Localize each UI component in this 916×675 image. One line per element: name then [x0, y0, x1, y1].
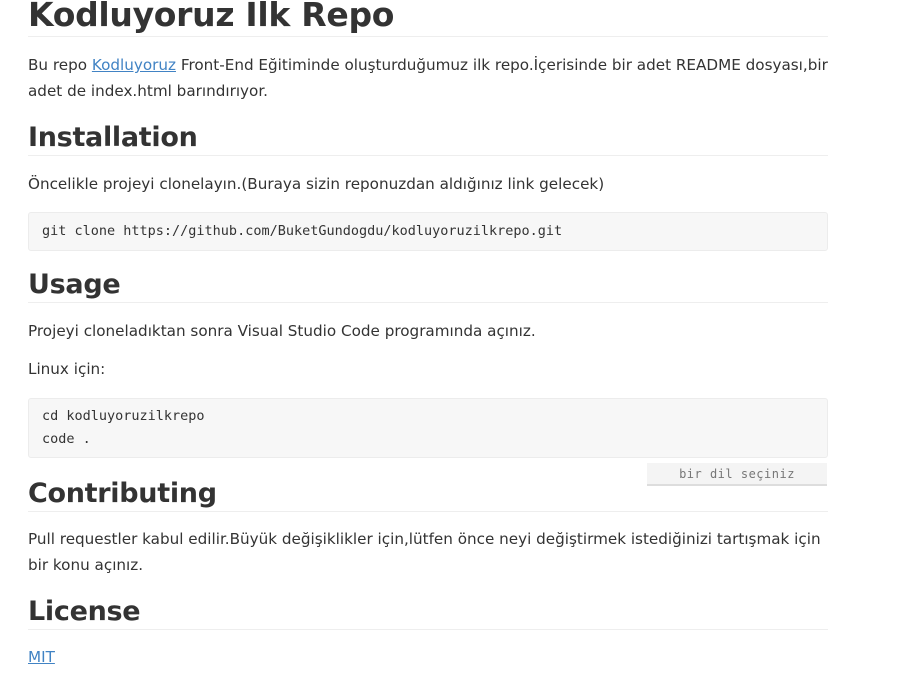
installation-code-line: git clone https://github.com/BuketGundog… — [42, 223, 563, 239]
license-paragraph: MIT — [28, 644, 828, 670]
installation-heading: Installation — [28, 121, 828, 156]
installation-code-block[interactable]: git clone https://github.com/BuketGundog… — [28, 212, 828, 251]
kodluyoruz-link[interactable]: Kodluyoruz — [92, 56, 176, 74]
license-heading: License — [28, 595, 828, 630]
intro-paragraph: Bu repo Kodluyoruz Front-End Eğitiminde … — [28, 52, 828, 104]
usage-text: Projeyi cloneladıktan sonra Visual Studi… — [28, 322, 536, 340]
intro-prefix: Bu repo — [28, 56, 92, 74]
installation-text: Öncelikle projeyi clonelayın.(Buraya siz… — [28, 175, 605, 193]
linux-label: Linux için: — [28, 360, 106, 378]
usage-heading: Usage — [28, 268, 828, 303]
language-select[interactable]: bir dil seçiniz — [647, 463, 827, 486]
mit-license-link[interactable]: MIT — [28, 648, 55, 666]
contributing-text: Pull requestler kabul edilir.Büyük değiş… — [28, 530, 821, 574]
usage-code-line: code . — [42, 431, 91, 447]
usage-code-block[interactable]: cd kodluyoruzilkrepo code . — [28, 398, 828, 458]
page-title: Kodluyoruz Ilk Repo — [28, 0, 828, 37]
usage-code-line: cd kodluyoruzilkrepo — [42, 408, 205, 424]
